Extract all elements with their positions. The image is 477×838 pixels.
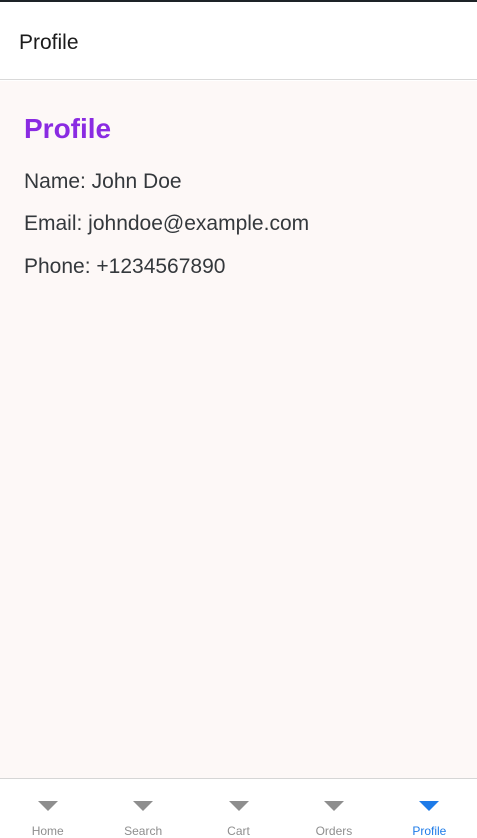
caret-down-icon (133, 801, 154, 811)
tab-orders-label: Orders (315, 824, 353, 838)
tab-cart[interactable]: Cart (191, 779, 286, 838)
profile-content: Profile Name: John Doe Email: johndoe@ex… (0, 81, 477, 778)
caret-down-icon (228, 801, 249, 811)
tab-profile[interactable]: Profile (382, 779, 477, 838)
profile-phone: Phone: +1234567890 (24, 255, 226, 278)
tab-search-label: Search (124, 824, 163, 838)
caret-down-icon (37, 801, 58, 811)
profile-name: Name: John Doe (24, 170, 182, 193)
profile-email: Email: johndoe@example.com (24, 212, 310, 235)
caret-down-icon (419, 801, 440, 811)
tab-profile-label: Profile (412, 824, 447, 838)
tab-search[interactable]: Search (95, 779, 190, 838)
app-header: Profile (0, 2, 477, 80)
profile-heading: Profile (24, 113, 112, 144)
tab-home-label: Home (31, 824, 64, 838)
tab-cart-label: Cart (227, 824, 250, 838)
tab-home[interactable]: Home (0, 779, 95, 838)
tab-orders[interactable]: Orders (286, 779, 381, 838)
caret-down-icon (323, 801, 344, 811)
page-title: Profile (19, 31, 79, 54)
bottom-tab-bar: Home Search Cart Orders Profile (0, 778, 477, 838)
